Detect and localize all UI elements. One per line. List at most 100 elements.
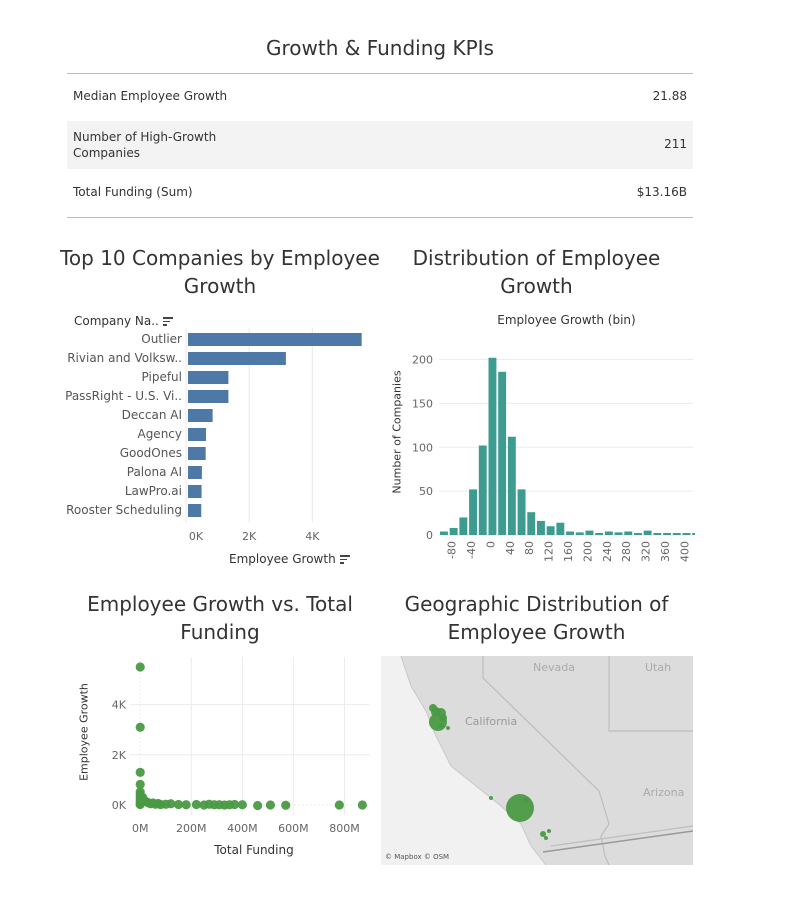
histogram-bar [449, 527, 458, 535]
bar [188, 371, 229, 384]
map-dot [523, 797, 529, 803]
xlabel-text: Employee Growth [229, 552, 336, 566]
histogram-ylabel: Number of Companies [390, 370, 404, 494]
map-title: Geographic Distribution of Employee Grow… [380, 590, 693, 646]
histogram-title: Distribution of Employee Growth [380, 244, 693, 300]
bar [188, 409, 213, 422]
bar [188, 447, 206, 460]
histogram-bar [566, 531, 574, 535]
x-tick-label: 400M [227, 822, 258, 835]
scatter-point [181, 800, 191, 810]
map-state-label-california: California [465, 715, 518, 728]
histogram-bar [537, 520, 545, 535]
x-tick-label: 0K [189, 530, 204, 543]
map-state-label-arizona: Arizona [643, 786, 685, 799]
histogram-bar [517, 489, 526, 535]
histogram-bar [653, 533, 662, 535]
bar-category-label[interactable]: Pipeful [142, 370, 182, 384]
bar-category-label[interactable]: Agency [137, 427, 182, 441]
kpi-row-high-growth: Number of High-Growth Companies 211 [67, 121, 693, 169]
histogram-bar [478, 445, 487, 535]
bar-category-label[interactable]: GoodOnes [120, 446, 182, 460]
histogram-bar [624, 531, 633, 535]
map-dot [429, 704, 437, 712]
x-tick-label: -80 [446, 541, 459, 559]
top10-xlabel[interactable]: Employee Growth [229, 552, 350, 566]
x-tick-label: 0M [132, 822, 149, 835]
map-title-line: Geographic Distribution of [404, 592, 669, 616]
scatter-title-line: Employee Growth vs. Total [87, 592, 353, 616]
scatter-point [265, 800, 276, 810]
kpi-bottom-rule [67, 217, 693, 218]
map-attribution[interactable]: © Mapbox © OSM [385, 853, 449, 861]
x-tick-label: 80 [523, 541, 536, 555]
histogram-bar [556, 522, 565, 535]
histogram-bar [595, 533, 604, 535]
histogram-bar [672, 533, 681, 535]
bar-category-label[interactable]: Palona AI [127, 465, 182, 479]
map-dot [489, 796, 493, 800]
scatter-point [281, 800, 291, 810]
geo-map[interactable]: Nevada Utah California Arizona © Mapbox … [381, 656, 693, 865]
histogram-bar [643, 530, 652, 535]
map-dot [540, 831, 546, 837]
x-tick-label: 200M [176, 822, 207, 835]
bar-category-label[interactable]: Rivian and Volksw.. [67, 351, 182, 365]
y-tick-label: 200 [412, 354, 433, 367]
top10-bar-chart: 0K 2K 4K [185, 328, 362, 543]
kpi-label: Total Funding (Sum) [73, 185, 193, 199]
x-tick-label: 0 [484, 541, 497, 548]
kpi-title: Growth & Funding KPIs [266, 36, 494, 60]
scatter-point [357, 800, 367, 810]
map-dot [544, 836, 548, 840]
scatter-point [253, 800, 263, 811]
bar-category-label[interactable]: Outlier [141, 332, 182, 346]
x-tick-label: 120 [543, 541, 556, 562]
histogram-chart: 0 50 100 150 200 -80 -40 0 40 80 120 160 200 240 280 32… [412, 354, 695, 562]
x-tick-label: 320 [640, 541, 653, 562]
sort-icon[interactable] [162, 317, 173, 326]
histogram-title-line: Distribution of Employee [412, 246, 661, 270]
y-tick-label: 150 [412, 397, 433, 410]
histogram-bar [692, 533, 695, 535]
scatter-title: Employee Growth vs. Total Funding [60, 590, 380, 646]
x-tick-label: 800M [329, 822, 360, 835]
scatter-chart: 0K 2K 4K 0M 200M 400M 600M 800M [112, 657, 370, 835]
top10-column-header[interactable]: Company Na.. [74, 314, 173, 328]
y-tick-label: 4K [112, 699, 127, 712]
scatter-point [135, 662, 145, 672]
histogram-bar [575, 532, 584, 535]
x-tick-label: 4K [305, 530, 320, 543]
sort-icon[interactable] [339, 555, 350, 564]
bar-category-label[interactable]: LawPro.ai [125, 484, 182, 498]
x-tick-label: 360 [659, 541, 672, 562]
x-tick-label: 2K [242, 530, 257, 543]
histogram-bar [546, 526, 555, 535]
x-tick-label: 160 [562, 541, 575, 562]
bar [188, 333, 362, 346]
map-canvas [400, 656, 693, 865]
map-dot [439, 714, 447, 722]
bar-category-label[interactable]: Deccan AI [122, 408, 182, 422]
x-tick-label: 40 [504, 541, 517, 555]
kpi-top-rule [67, 73, 693, 74]
scatter-point [334, 800, 344, 810]
bar [188, 466, 202, 479]
y-tick-label: 0K [112, 799, 127, 812]
scatter-point [135, 767, 145, 777]
map-dot [446, 726, 450, 730]
kpi-value: 21.88 [652, 89, 687, 103]
top10-title-line: Growth [183, 274, 257, 298]
bar-category-label[interactable]: PassRight - U.S. Vi.. [65, 389, 182, 403]
x-tick-label: 400 [678, 541, 691, 562]
histogram-bar [614, 532, 623, 535]
bar-category-label[interactable]: Rooster Scheduling [66, 503, 182, 517]
histogram-bar [604, 531, 613, 535]
histogram-bar [488, 357, 497, 535]
histogram-title-line: Growth [500, 274, 573, 298]
y-tick-label: 2K [112, 749, 127, 762]
histogram-bar [498, 371, 507, 535]
histogram-bar [682, 533, 691, 535]
bar [188, 504, 202, 517]
scatter-title-line: Funding [180, 620, 260, 644]
